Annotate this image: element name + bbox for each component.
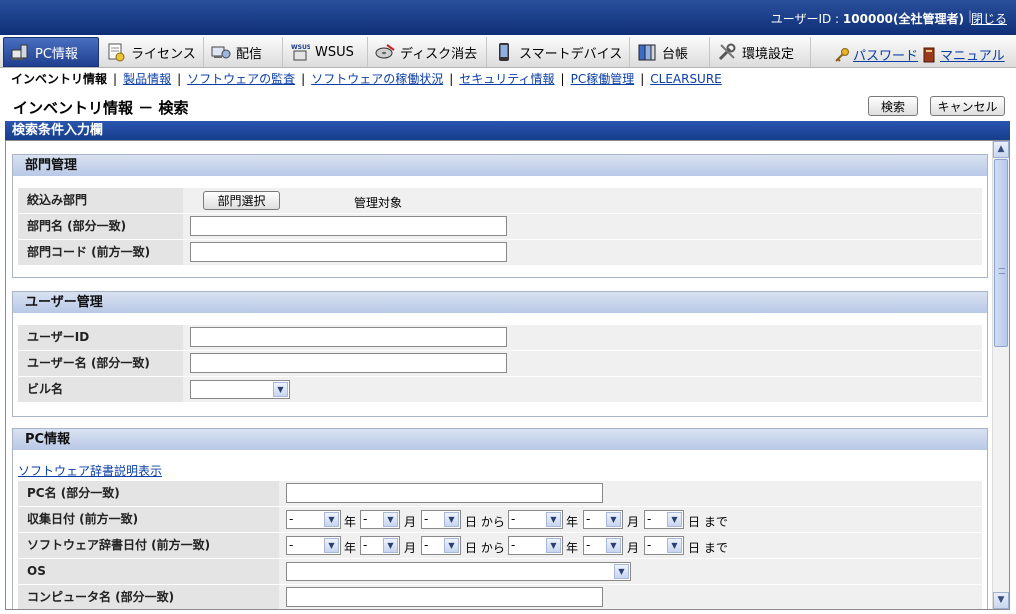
sub-nav: インベントリ情報 | 製品情報 | ソフトウェアの監査 | ソフトウェアの稼働状況 | セキュリ… [0, 68, 1016, 90]
dict-to-year-select[interactable]: - ▼ [508, 536, 563, 555]
password-link[interactable]: パスワード [834, 45, 918, 64]
dict-from-year-select[interactable]: - ▼ [286, 536, 341, 555]
managed-target-text: 管理対象 [354, 196, 403, 210]
chevron-down-icon: ▼ [614, 564, 629, 579]
chevron-down-icon: ▼ [546, 512, 561, 527]
vertical-scrollbar[interactable]: ▲ ▼ [992, 141, 1009, 609]
chevron-down-icon: ▼ [606, 512, 621, 527]
logout-link[interactable]: 閉じる [971, 10, 1007, 27]
tab-pc-info[interactable]: PC情報 [3, 37, 99, 67]
chevron-down-icon: ▼ [383, 538, 398, 553]
user-name-input[interactable] [190, 353, 507, 373]
chevron-down-icon: ▼ [383, 512, 398, 527]
tab-settings[interactable]: 環境設定 [711, 37, 811, 67]
department-group: 部門管理 絞込み部門 部門選択 管理対象 部門名 (部分一致) 部門コード (前… [12, 154, 988, 278]
collect-date-row: 収集日付 (前方一致) - ▼ 年 - ▼ 月 - ▼ 日 から - ▼ 年 - ▼ 月 … [18, 507, 982, 533]
dept-name-row: 部門名 (部分一致) [18, 214, 982, 240]
chevron-down-icon: ▼ [324, 538, 339, 553]
user-group-title: ユーザー管理 [13, 292, 987, 313]
collect-from-year-select[interactable]: - ▼ [286, 510, 341, 529]
chevron-down-icon: ▼ [667, 512, 682, 527]
ledger-icon [638, 44, 656, 61]
manual-link[interactable]: マニュアル [921, 45, 1005, 64]
subnav-software-usage[interactable]: ソフトウェアの稼働状況 [311, 72, 443, 86]
smartphone-icon [499, 43, 509, 61]
cancel-button[interactable]: キャンセル [930, 96, 1005, 116]
tab-distribution[interactable]: 配信 [205, 37, 283, 67]
user-info: ユーザーID : 100000(全社管理者) [770, 12, 964, 26]
scroll-up-arrow-icon[interactable]: ▲ [993, 141, 1009, 158]
collect-to-day-select[interactable]: - ▼ [644, 510, 684, 529]
narrow-dept-row: 絞込み部門 部門選択 管理対象 [18, 188, 982, 214]
top-bar: ユーザーID : 100000(全社管理者) | 閉じる [0, 0, 1016, 35]
main-tab-bar: PC情報 ライセンス 配信 WSUS WSUS ディスク消去 スマートデバイス [0, 35, 1016, 68]
tab-smart-device[interactable]: スマートデバイス [488, 37, 630, 67]
scrollbar-thumb[interactable] [994, 159, 1008, 347]
collect-from-day-select[interactable]: - ▼ [421, 510, 461, 529]
pc-info-group-title: PC情報 [13, 429, 987, 450]
tab-disk-erase[interactable]: ディスク消去 [369, 37, 487, 67]
collect-to-month-select[interactable]: - ▼ [583, 510, 623, 529]
subnav-clearsure[interactable]: CLEARSURE [650, 72, 722, 86]
dictionary-date-row: ソフトウェア辞書日付 (前方一致) - ▼ 年 - ▼ 月 - ▼ 日 から - ▼ 年… [18, 533, 982, 559]
dict-to-day-select[interactable]: - ▼ [644, 536, 684, 555]
collect-from-month-select[interactable]: - ▼ [360, 510, 400, 529]
subnav-software-audit[interactable]: ソフトウェアの監査 [187, 72, 295, 86]
title-row: インベントリ情報 － 検索 検索 キャンセル [0, 92, 1016, 122]
book-icon [923, 47, 935, 62]
search-conditions-header: 検索条件入力欄 [5, 121, 1010, 140]
pc-name-input[interactable] [286, 483, 603, 503]
chevron-down-icon: ▼ [444, 538, 459, 553]
dept-select-button[interactable]: 部門選択 [203, 191, 280, 210]
tab-license[interactable]: ライセンス [100, 37, 204, 67]
svg-text:WSUS: WSUS [291, 44, 310, 51]
tools-icon [718, 43, 736, 61]
subnav-pc-operation[interactable]: PC稼働管理 [571, 72, 635, 86]
dept-name-input[interactable] [190, 216, 507, 236]
building-row: ビル名 ▼ [18, 377, 982, 403]
chevron-down-icon: ▼ [273, 382, 288, 397]
pc-name-row: PC名 (部分一致) [18, 481, 982, 507]
pc-info-group: PC情報 ソフトウェア辞書説明表示 PC名 (部分一致) 収集日付 (前方一致)… [12, 428, 988, 609]
distribution-icon [211, 46, 231, 59]
user-name-row: ユーザー名 (部分一致) [18, 351, 982, 377]
subnav-security[interactable]: セキュリティ情報 [459, 72, 554, 86]
department-group-title: 部門管理 [13, 155, 987, 176]
scroll-down-arrow-icon[interactable]: ▼ [993, 592, 1009, 609]
license-icon [108, 43, 125, 62]
dept-code-input[interactable] [190, 242, 507, 262]
page-title: インベントリ情報 － 検索 [13, 99, 189, 117]
os-row: OS ▼ [18, 559, 982, 585]
chevron-down-icon: ▼ [546, 538, 561, 553]
chevron-down-icon: ▼ [606, 538, 621, 553]
dept-code-row: 部門コード (前方一致) [18, 240, 982, 266]
chevron-down-icon: ▼ [324, 512, 339, 527]
disk-erase-icon [375, 44, 395, 59]
building-select[interactable]: ▼ [190, 380, 290, 399]
user-id-value: 100000(全社管理者) [842, 12, 964, 26]
chevron-down-icon: ▼ [444, 512, 459, 527]
user-group: ユーザー管理 ユーザーID ユーザー名 (部分一致) ビル名 ▼ [12, 291, 988, 417]
dict-from-day-select[interactable]: - ▼ [421, 536, 461, 555]
pc-icon [11, 44, 28, 60]
search-form-frame: 部門管理 絞込み部門 部門選択 管理対象 部門名 (部分一致) 部門コード (前… [5, 140, 1010, 610]
dict-from-month-select[interactable]: - ▼ [360, 536, 400, 555]
computer-name-input[interactable] [286, 587, 603, 607]
subnav-inventory: インベントリ情報 [11, 72, 108, 86]
os-select[interactable]: ▼ [286, 562, 631, 581]
tab-wsus[interactable]: WSUS WSUS [284, 37, 368, 67]
software-dictionary-link[interactable]: ソフトウェア辞書説明表示 [18, 462, 162, 479]
user-id-input[interactable] [190, 327, 507, 347]
chevron-down-icon: ▼ [667, 538, 682, 553]
tab-ledger[interactable]: 台帳 [631, 37, 710, 67]
subnav-products[interactable]: 製品情報 [123, 72, 171, 86]
search-button[interactable]: 検索 [868, 96, 918, 116]
dict-to-month-select[interactable]: - ▼ [583, 536, 623, 555]
key-icon [835, 47, 849, 62]
user-id-row: ユーザーID [18, 325, 982, 351]
wsus-icon: WSUS [291, 44, 310, 61]
collect-to-year-select[interactable]: - ▼ [508, 510, 563, 529]
computer-name-row: コンピュータ名 (部分一致) [18, 585, 982, 609]
